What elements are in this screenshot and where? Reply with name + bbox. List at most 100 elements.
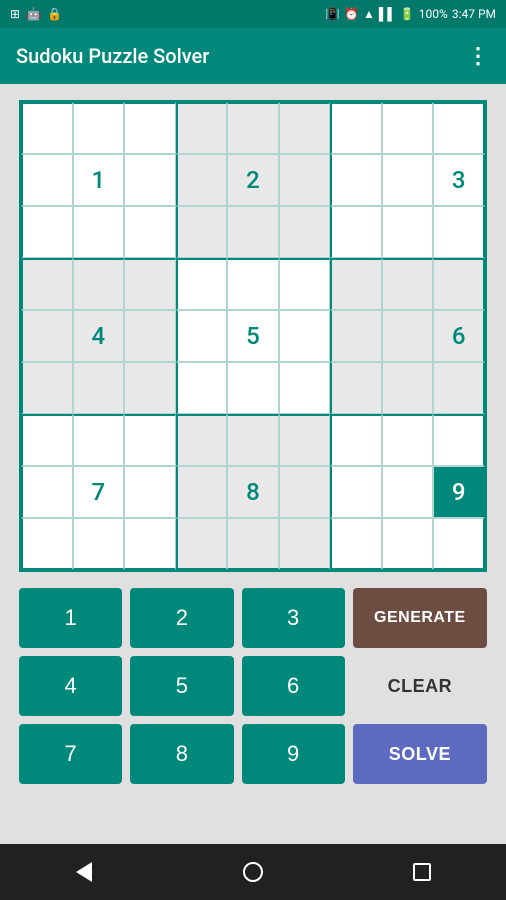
cell-2-5[interactable] (279, 206, 331, 258)
cell-8-3[interactable] (176, 518, 228, 570)
cell-0-5[interactable] (279, 102, 331, 154)
recents-button[interactable] (402, 852, 442, 892)
cell-4-7[interactable] (382, 310, 434, 362)
cell-2-0[interactable] (21, 206, 73, 258)
cell-7-6[interactable] (330, 466, 382, 518)
cell-5-0[interactable] (21, 362, 73, 414)
cell-6-5[interactable] (279, 414, 331, 466)
cell-5-3[interactable] (176, 362, 228, 414)
cell-1-5[interactable] (279, 154, 331, 206)
cell-6-3[interactable] (176, 414, 228, 466)
cell-0-4[interactable] (227, 102, 279, 154)
cell-1-4[interactable]: 2 (227, 154, 279, 206)
cell-3-0[interactable] (21, 258, 73, 310)
cell-0-2[interactable] (124, 102, 176, 154)
cell-0-3[interactable] (176, 102, 228, 154)
cell-7-3[interactable] (176, 466, 228, 518)
alarm-icon: ⏰ (344, 7, 359, 21)
cell-6-4[interactable] (227, 414, 279, 466)
cell-2-7[interactable] (382, 206, 434, 258)
key-7[interactable]: 7 (19, 724, 122, 784)
cell-1-1[interactable]: 1 (73, 154, 125, 206)
generate-button[interactable]: GENERATE (353, 588, 487, 648)
cell-4-8[interactable]: 6 (433, 310, 485, 362)
cell-5-5[interactable] (279, 362, 331, 414)
cell-2-6[interactable] (330, 206, 382, 258)
cell-4-5[interactable] (279, 310, 331, 362)
cell-0-7[interactable] (382, 102, 434, 154)
cell-5-8[interactable] (433, 362, 485, 414)
key-4[interactable]: 4 (19, 656, 122, 716)
key-3[interactable]: 3 (242, 588, 345, 648)
cell-2-4[interactable] (227, 206, 279, 258)
solve-button[interactable]: SOLVE (353, 724, 487, 784)
cell-2-2[interactable] (124, 206, 176, 258)
cell-8-4[interactable] (227, 518, 279, 570)
cell-7-4[interactable]: 8 (227, 466, 279, 518)
cell-3-3[interactable] (176, 258, 228, 310)
cell-1-0[interactable] (21, 154, 73, 206)
key-9[interactable]: 9 (242, 724, 345, 784)
cell-4-0[interactable] (21, 310, 73, 362)
cell-4-2[interactable] (124, 310, 176, 362)
cell-3-4[interactable] (227, 258, 279, 310)
cell-3-1[interactable] (73, 258, 125, 310)
cell-1-8[interactable]: 3 (433, 154, 485, 206)
cell-1-2[interactable] (124, 154, 176, 206)
cell-3-7[interactable] (382, 258, 434, 310)
cell-3-2[interactable] (124, 258, 176, 310)
key-6[interactable]: 6 (242, 656, 345, 716)
cell-8-2[interactable] (124, 518, 176, 570)
cell-4-3[interactable] (176, 310, 228, 362)
cell-3-5[interactable] (279, 258, 331, 310)
cell-0-1[interactable] (73, 102, 125, 154)
cell-2-8[interactable] (433, 206, 485, 258)
overflow-menu-button[interactable]: ⋮ (467, 44, 490, 69)
cell-7-5[interactable] (279, 466, 331, 518)
cell-6-2[interactable] (124, 414, 176, 466)
cell-0-6[interactable] (330, 102, 382, 154)
cell-5-6[interactable] (330, 362, 382, 414)
key-5[interactable]: 5 (130, 656, 233, 716)
cell-8-5[interactable] (279, 518, 331, 570)
cell-7-8[interactable]: 9 (433, 466, 485, 518)
cell-5-4[interactable] (227, 362, 279, 414)
cell-5-1[interactable] (73, 362, 125, 414)
wifi-icon: ▲ (363, 7, 375, 21)
cell-2-1[interactable] (73, 206, 125, 258)
key-2[interactable]: 2 (130, 588, 233, 648)
cell-7-7[interactable] (382, 466, 434, 518)
back-triangle-icon (76, 862, 92, 882)
back-button[interactable] (64, 852, 104, 892)
key-1[interactable]: 1 (19, 588, 122, 648)
cell-6-8[interactable] (433, 414, 485, 466)
cell-0-0[interactable] (21, 102, 73, 154)
cell-6-7[interactable] (382, 414, 434, 466)
cell-5-7[interactable] (382, 362, 434, 414)
cell-7-1[interactable]: 7 (73, 466, 125, 518)
cell-8-8[interactable] (433, 518, 485, 570)
cell-1-3[interactable] (176, 154, 228, 206)
clear-button[interactable]: CLEAR (353, 656, 487, 716)
cell-5-2[interactable] (124, 362, 176, 414)
cell-1-7[interactable] (382, 154, 434, 206)
cell-6-0[interactable] (21, 414, 73, 466)
cell-4-6[interactable] (330, 310, 382, 362)
cell-7-2[interactable] (124, 466, 176, 518)
key-8[interactable]: 8 (130, 724, 233, 784)
cell-8-1[interactable] (73, 518, 125, 570)
home-button[interactable] (233, 852, 273, 892)
cell-4-1[interactable]: 4 (73, 310, 125, 362)
cell-6-1[interactable] (73, 414, 125, 466)
cell-4-4[interactable]: 5 (227, 310, 279, 362)
cell-0-8[interactable] (433, 102, 485, 154)
cell-1-6[interactable] (330, 154, 382, 206)
cell-7-0[interactable] (21, 466, 73, 518)
cell-8-7[interactable] (382, 518, 434, 570)
cell-6-6[interactable] (330, 414, 382, 466)
cell-2-3[interactable] (176, 206, 228, 258)
cell-3-8[interactable] (433, 258, 485, 310)
cell-3-6[interactable] (330, 258, 382, 310)
cell-8-0[interactable] (21, 518, 73, 570)
cell-8-6[interactable] (330, 518, 382, 570)
